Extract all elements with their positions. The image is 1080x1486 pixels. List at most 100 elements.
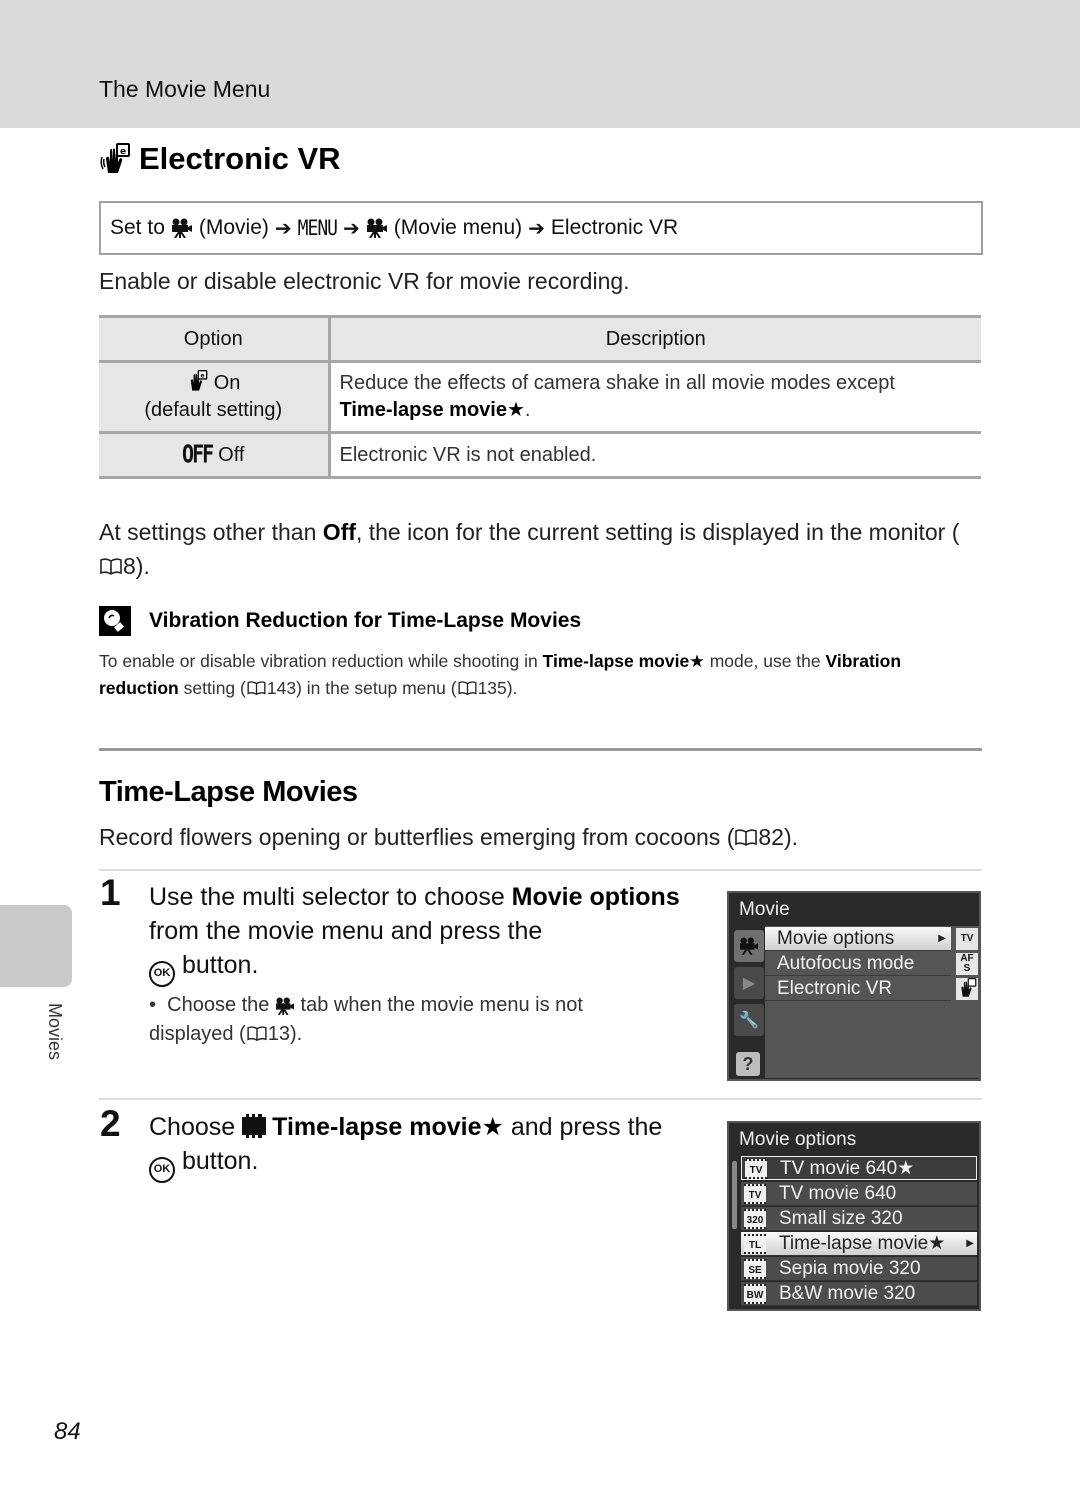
option-label: Sepia movie 320 bbox=[779, 1258, 921, 1279]
tip-text-part: setting ( bbox=[178, 678, 246, 698]
step-2-text: Choose Time-lapse movie★ and press the O… bbox=[149, 1110, 689, 1183]
electronic-vr-intro: Enable or disable electronic VR for movi… bbox=[99, 268, 630, 294]
tv-movie-icon: TV bbox=[745, 1159, 767, 1179]
movie-tab-icon bbox=[275, 997, 294, 1015]
chapter-label: Movies bbox=[45, 1003, 65, 1061]
menu-tabs: ▶ 🔧 ? bbox=[734, 930, 764, 1076]
option-label: Time-lapse movie★ bbox=[779, 1233, 946, 1254]
option-small-size-320[interactable]: 320 Small size 320 bbox=[741, 1207, 977, 1231]
menu-item-label: Electronic VR bbox=[777, 978, 893, 999]
step-1-bullet: • Choose the tab when the movie menu is … bbox=[149, 991, 669, 1049]
time-lapse-intro: Record flowers opening or butterflies em… bbox=[99, 824, 798, 851]
option-label: TV movie 640★ bbox=[780, 1158, 915, 1179]
option-sepia-movie-320[interactable]: SE Sepia movie 320 bbox=[741, 1257, 977, 1281]
option-tv-movie-640-star[interactable]: TV TV movie 640★ bbox=[741, 1156, 977, 1180]
section-name: The Movie Menu bbox=[99, 76, 271, 102]
page-ref-link[interactable]: 13 bbox=[268, 1023, 290, 1045]
scrollbar[interactable] bbox=[732, 1161, 737, 1229]
tip-text-part: ) in the setup menu ( bbox=[296, 678, 457, 698]
default-setting-note: (default setting) bbox=[144, 399, 283, 421]
step-bold: Time-lapse movie★ bbox=[272, 1113, 504, 1141]
tip-heading: Vibration Reduction for Time-Lapse Movie… bbox=[99, 606, 581, 636]
arrow-icon: ➔ bbox=[274, 217, 292, 240]
step-text-part: Choose bbox=[149, 1113, 243, 1141]
time-lapse-heading: Time-Lapse Movies bbox=[99, 776, 358, 808]
step-text-part: button. bbox=[175, 951, 259, 979]
off-icon: OFF bbox=[182, 438, 214, 469]
electronic-vr-icon: e bbox=[99, 143, 131, 175]
step-1-text: Use the multi selector to choose Movie o… bbox=[149, 880, 709, 987]
book-reference-icon bbox=[247, 681, 266, 696]
setup-wrench-icon[interactable]: 🔧 bbox=[734, 1004, 764, 1036]
book-reference-icon bbox=[735, 829, 758, 846]
path-movie-menu: (Movie menu) bbox=[393, 216, 523, 239]
tv-movie-icon: TV bbox=[956, 928, 978, 950]
autofocus-icon: AF S bbox=[956, 953, 978, 975]
step-bold: Movie options bbox=[511, 883, 680, 911]
tip-text-part: ). bbox=[506, 678, 518, 698]
tip-text-part: mode, use the bbox=[704, 651, 826, 671]
options-table: Option Description e On (default setting… bbox=[99, 315, 981, 479]
note-bold: Off bbox=[322, 519, 356, 545]
header-description: Description bbox=[329, 315, 981, 363]
camera-screen-movie-options: Movie options TV TV movie 640★ TV TV movie… bbox=[727, 1121, 981, 1311]
option-off-description: Electronic VR is not enabled. bbox=[329, 431, 981, 479]
step-text-part: Use the multi selector to choose bbox=[149, 883, 512, 911]
camera-screen-movie-menu: Movie ▶ 🔧 ? Movie options ▶ Autofocus mod… bbox=[727, 891, 981, 1081]
tip-text: To enable or disable vibration reduction… bbox=[99, 648, 979, 702]
book-reference-icon bbox=[247, 1026, 267, 1042]
movie-menu-icon bbox=[366, 218, 387, 238]
page-ref-link[interactable]: 135 bbox=[478, 678, 507, 698]
section-divider bbox=[99, 748, 982, 751]
menu-item-autofocus-mode[interactable]: Autofocus mode bbox=[765, 952, 951, 976]
book-reference-icon bbox=[100, 558, 122, 575]
menu-item-label: Autofocus mode bbox=[777, 953, 915, 974]
page-ref-link[interactable]: 143 bbox=[267, 678, 296, 698]
arrow-icon: ➔ bbox=[528, 217, 545, 240]
page-number: 84 bbox=[54, 1418, 81, 1445]
option-on-cell: e On (default setting) bbox=[99, 360, 331, 434]
option-on-label: On bbox=[213, 372, 241, 394]
movie-mode-icon bbox=[171, 218, 192, 238]
option-on-description: Reduce the effects of camera shake in al… bbox=[329, 360, 981, 434]
monitor-note: At settings other than Off, the icon for… bbox=[99, 515, 979, 583]
description-end: . bbox=[524, 399, 531, 421]
note-text: ). bbox=[135, 553, 150, 579]
menu-item-label: Movie options bbox=[777, 928, 895, 949]
table-header-row: Option Description bbox=[99, 315, 981, 363]
menu-item-electronic-vr[interactable]: Electronic VR bbox=[765, 977, 951, 1001]
option-label: B&W movie 320 bbox=[779, 1283, 916, 1304]
electronic-vr-icon bbox=[956, 978, 978, 1000]
option-bw-movie-320[interactable]: BW B&W movie 320 bbox=[741, 1282, 977, 1306]
ok-button-icon: OK bbox=[149, 961, 175, 987]
playback-tab-icon[interactable]: ▶ bbox=[734, 967, 764, 999]
page-ref-link[interactable]: 8 bbox=[123, 553, 136, 579]
option-label: TV movie 640 bbox=[779, 1183, 897, 1204]
step-number: 2 bbox=[100, 1103, 121, 1144]
header-option: Option bbox=[99, 315, 331, 363]
path-movie: (Movie) bbox=[198, 216, 269, 239]
header-band bbox=[0, 0, 1080, 128]
menu-item-movie-options[interactable]: Movie options ▶ bbox=[765, 927, 951, 951]
time-lapse-icon: TL bbox=[744, 1234, 766, 1254]
tv-movie-icon: TV bbox=[744, 1184, 766, 1204]
page-title: Electronic VR bbox=[139, 141, 341, 176]
chapter-side-tab bbox=[0, 905, 72, 987]
screen-title: Movie options bbox=[739, 1129, 857, 1150]
menu-path-box: Set to (Movie) ➔ MENU ➔ (Movie menu) ➔ E… bbox=[99, 201, 983, 255]
option-off-label: Off bbox=[218, 444, 245, 466]
option-time-lapse-movie[interactable]: TL Time-lapse movie★ ▶ bbox=[741, 1232, 977, 1256]
description-text: Reduce the effects of camera shake in al… bbox=[339, 372, 895, 394]
electronic-vr-heading: e Electronic VR bbox=[99, 141, 341, 177]
movie-tab-icon[interactable] bbox=[734, 930, 764, 962]
help-icon[interactable]: ? bbox=[736, 1052, 760, 1076]
step-number: 1 bbox=[100, 872, 121, 913]
svg-text:e: e bbox=[201, 373, 205, 380]
bw-icon: BW bbox=[744, 1284, 766, 1304]
path-final: Electronic VR bbox=[550, 216, 679, 239]
page-ref-link[interactable]: 82 bbox=[758, 824, 784, 850]
option-tv-movie-640[interactable]: TV TV movie 640 bbox=[741, 1182, 977, 1206]
small-size-icon: 320 bbox=[744, 1209, 766, 1229]
book-reference-icon bbox=[458, 681, 477, 696]
step-text-part: and press the bbox=[503, 1113, 663, 1141]
